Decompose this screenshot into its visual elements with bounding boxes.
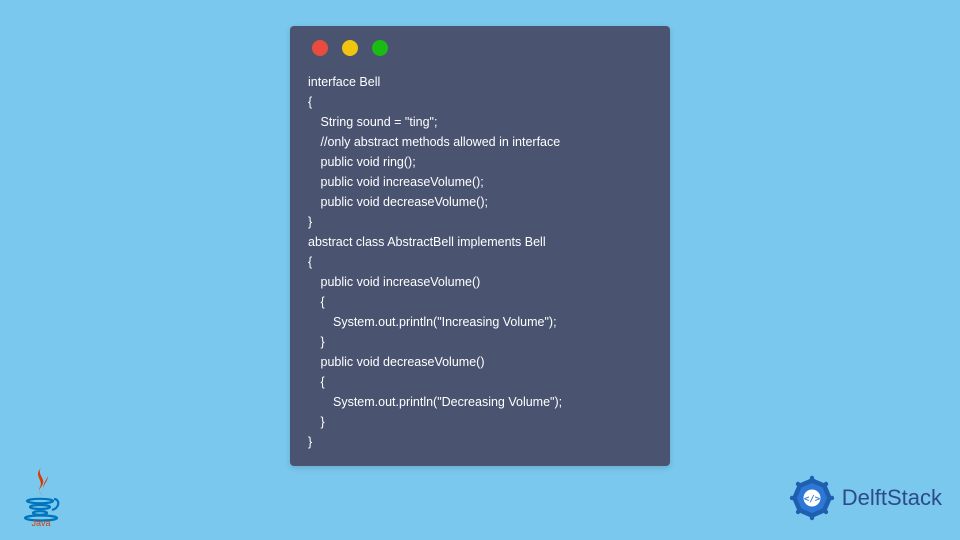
- window-traffic-lights: [312, 40, 652, 56]
- maximize-icon: [372, 40, 388, 56]
- close-icon: [312, 40, 328, 56]
- code-block: interface Bell { String sound = "ting"; …: [308, 72, 652, 452]
- delftstack-logo-icon: </>: [788, 474, 836, 522]
- java-label: Java: [31, 518, 50, 526]
- svg-text:</>: </>: [804, 495, 821, 505]
- delftstack-label: DelftStack: [842, 485, 942, 511]
- minimize-icon: [342, 40, 358, 56]
- delftstack-brand: </> DelftStack: [788, 474, 942, 522]
- code-window: interface Bell { String sound = "ting"; …: [290, 26, 670, 466]
- java-logo-icon: Java: [18, 466, 64, 526]
